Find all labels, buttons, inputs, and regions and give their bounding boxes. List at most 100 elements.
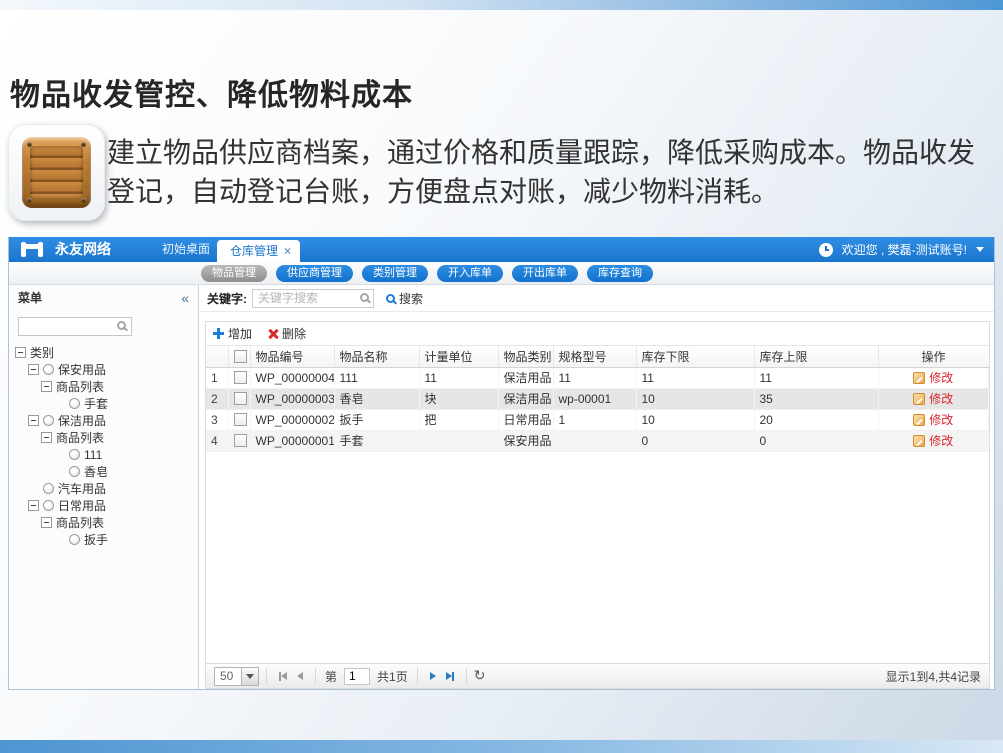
tab-warehouse-management[interactable]: 仓库管理× (217, 240, 300, 262)
tree-node[interactable]: 保洁用品 (9, 412, 198, 429)
table-header-row: 物品编号物品名称计量单位物品类别规格型号库存下限库存上限操作 (206, 346, 989, 367)
close-tab-icon[interactable]: × (284, 244, 291, 258)
user-menu-caret-icon[interactable] (976, 247, 984, 252)
sidebar-search-input[interactable] (18, 317, 132, 336)
select-all-header (228, 346, 250, 367)
tree-expander-icon[interactable] (41, 517, 52, 528)
tree-node-label: 扳手 (84, 531, 108, 548)
nav-button-物品管理[interactable]: 物品管理 (201, 265, 267, 282)
cell-unit: 把 (419, 409, 498, 430)
tree-node-label: 商品列表 (56, 429, 104, 446)
tree-node[interactable]: 汽车用品 (9, 480, 198, 497)
module-nav-bar: 物品管理供应商管理类别管理开入库单开出库单库存查询 (9, 262, 994, 285)
tree-node[interactable]: 保安用品 (9, 361, 198, 378)
edit-pencil-icon (913, 372, 925, 384)
last-page-button[interactable] (446, 672, 454, 681)
row-checkbox[interactable] (234, 413, 247, 426)
tree-node-label: 手套 (84, 395, 108, 412)
page-title: 物品收发管控、降低物料成本 (10, 70, 413, 114)
page-size-dropdown-button[interactable] (242, 667, 259, 686)
nav-button-类别管理[interactable]: 类别管理 (362, 265, 428, 282)
nav-button-开出库单[interactable]: 开出库单 (512, 265, 578, 282)
tree-node[interactable]: 商品列表 (9, 378, 198, 395)
collapse-sidebar-icon[interactable]: « (181, 285, 189, 311)
tree-node[interactable]: 手套 (9, 395, 198, 412)
cell-spec: 11 (553, 367, 636, 388)
cell-category: 日常用品 (498, 409, 553, 430)
tree-radio-icon (43, 415, 54, 426)
row-checkbox[interactable] (234, 434, 247, 447)
tree-radio-icon (69, 466, 80, 477)
column-header[interactable]: 计量单位 (419, 346, 498, 367)
cell-max: 35 (754, 388, 878, 409)
prev-page-button[interactable] (297, 672, 303, 680)
tab-home-desktop[interactable]: 初始桌面 (155, 237, 217, 262)
column-header[interactable]: 库存下限 (636, 346, 754, 367)
tree-expander-icon[interactable] (28, 364, 39, 375)
tree-node[interactable]: 日常用品 (9, 497, 198, 514)
column-header[interactable]: 物品类别 (498, 346, 553, 367)
table-row[interactable]: 3WP_00000002扳手把日常用品11020修改 (206, 409, 989, 430)
row-checkbox[interactable] (234, 392, 247, 405)
search-icon[interactable] (117, 321, 126, 330)
row-checkbox[interactable] (234, 371, 247, 384)
select-all-checkbox[interactable] (234, 350, 247, 363)
tree-radio-icon (69, 534, 80, 545)
tree-expander-icon[interactable] (28, 500, 39, 511)
alarm-clock-icon[interactable] (819, 243, 833, 257)
cell-category: 保洁用品 (498, 388, 553, 409)
edit-link[interactable]: 修改 (929, 413, 953, 427)
tree-node[interactable]: 商品列表 (9, 429, 198, 446)
edit-link[interactable]: 修改 (929, 371, 953, 385)
crate-icon-card (8, 124, 105, 221)
nav-button-库存查询[interactable]: 库存查询 (587, 265, 653, 282)
tree-radio-icon (43, 364, 54, 375)
page-number-input[interactable] (344, 668, 370, 685)
column-header[interactable]: 操作 (878, 346, 989, 367)
cell-name: 扳手 (334, 409, 419, 430)
keyword-label: 关键字: (207, 290, 247, 307)
cell-code: WP_00000004 (250, 367, 334, 388)
cell-spec: wp-00001 (553, 388, 636, 409)
nav-button-开入库单[interactable]: 开入库单 (437, 265, 503, 282)
app-body: 菜单 « 类别保安用品商品列表手套保洁用品商品列表111香皂汽车用品日常用品商品… (9, 285, 994, 689)
page-description: 建立物品供应商档案，通过价格和质量跟踪，降低采购成本。物品收发登记，自动登记台账… (107, 133, 987, 211)
column-header[interactable]: 规格型号 (553, 346, 636, 367)
nav-button-供应商管理[interactable]: 供应商管理 (276, 265, 353, 282)
tree-expander-icon[interactable] (28, 415, 39, 426)
tree-expander-icon[interactable] (41, 381, 52, 392)
page-size-select[interactable]: 50 (214, 667, 242, 686)
tree-expander-icon[interactable] (15, 347, 26, 358)
next-page-button[interactable] (430, 672, 436, 680)
edit-link[interactable]: 修改 (929, 434, 953, 448)
column-header[interactable]: 物品编号 (250, 346, 334, 367)
table-row[interactable]: 2WP_00000003香皂块保洁用品wp-000011035修改 (206, 388, 989, 409)
row-number: 2 (206, 388, 228, 409)
delete-x-icon (268, 329, 278, 339)
edit-link[interactable]: 修改 (929, 392, 953, 406)
tree-node[interactable]: 商品列表 (9, 514, 198, 531)
column-header[interactable]: 库存上限 (754, 346, 878, 367)
tree-expander-icon[interactable] (41, 432, 52, 443)
tree-node[interactable]: 香皂 (9, 463, 198, 480)
search-button[interactable]: 搜索 (386, 290, 423, 307)
row-number-header (206, 346, 228, 367)
plus-icon (213, 328, 224, 339)
first-page-button[interactable] (279, 672, 287, 681)
add-button[interactable]: 增加 (213, 325, 252, 342)
cell-name: 111 (334, 367, 419, 388)
brand-name: 永友网络 (55, 237, 111, 262)
tree-node[interactable]: 111 (9, 446, 198, 463)
delete-button[interactable]: 删除 (268, 325, 306, 342)
tree-node[interactable]: 扳手 (9, 531, 198, 548)
keyword-search-row: 关键字: 搜索 (199, 285, 994, 312)
cell-code: WP_00000003 (250, 388, 334, 409)
table-row[interactable]: 4WP_00000001手套保安用品00修改 (206, 430, 989, 451)
table-row[interactable]: 1WP_0000000411111保洁用品111111修改 (206, 367, 989, 388)
tree-node[interactable]: 类别 (9, 344, 198, 361)
refresh-icon[interactable]: ↻ (474, 668, 486, 684)
column-header[interactable]: 物品名称 (334, 346, 419, 367)
cell-category: 保洁用品 (498, 367, 553, 388)
keyword-input[interactable] (252, 289, 374, 308)
bottom-decor-strip (0, 740, 1003, 753)
